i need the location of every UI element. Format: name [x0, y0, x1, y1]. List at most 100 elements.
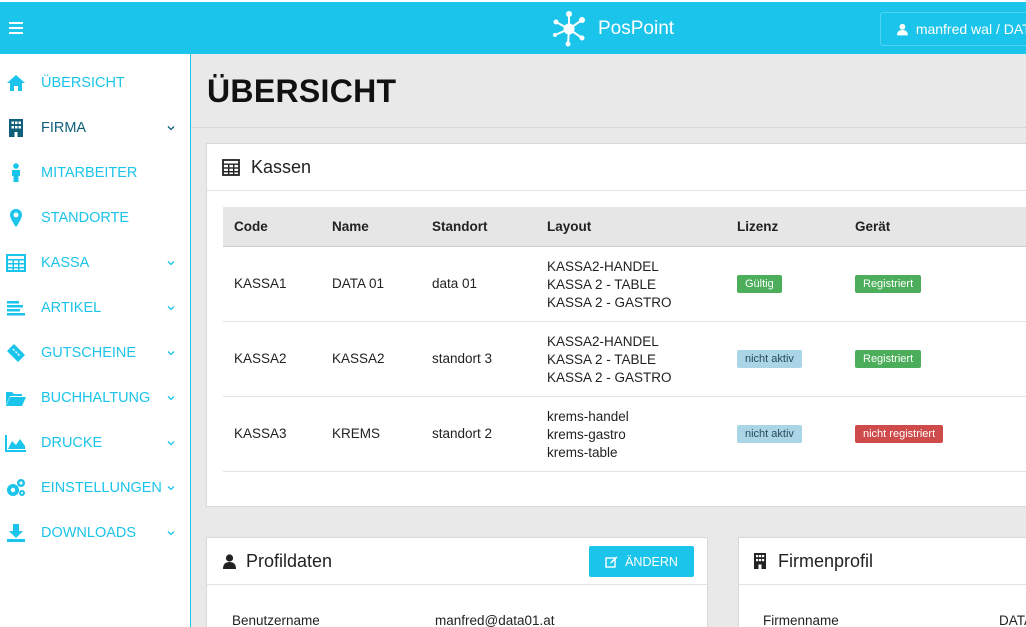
brand-name: PosPoint — [598, 18, 675, 39]
cell-code: KASSA2 — [234, 351, 287, 366]
chevron-down-icon — [167, 440, 175, 445]
sidebar-item-einstellungen[interactable]: EINSTELLUNGEN — [0, 465, 190, 510]
sidebar-item-uebersicht[interactable]: ÜBERSICHT — [0, 60, 190, 105]
sidebar-item-label: GUTSCHEINE — [41, 344, 137, 361]
sidebar-item-standorte[interactable]: STANDORTE — [0, 195, 190, 240]
device-status-badge: nicht registriert — [855, 425, 944, 443]
cell-layouts: KASSA2-HANDEL KASSA 2 - TABLE KASSA 2 - … — [547, 258, 672, 312]
page-header: ÜBERSICHT — [191, 54, 1026, 128]
table-row[interactable]: KASSA2 KASSA2 standort 3 KASSA2-HANDEL K… — [223, 322, 1026, 397]
device-status-badge: Registriert — [855, 350, 922, 368]
sidebar-item-downloads[interactable]: DOWNLOADS — [0, 510, 190, 555]
cell-layouts: KASSA2-HANDEL KASSA 2 - TABLE KASSA 2 - … — [547, 333, 672, 387]
column-header-geraet[interactable]: Gerät — [855, 219, 890, 234]
cell-name: KREMS — [332, 426, 381, 441]
firmenprofil-panel-header: Firmenprofil — [739, 538, 1026, 585]
profildaten-panel: Profildaten ÄNDERN Benutzername manfred@… — [206, 537, 708, 627]
field-label-benutzername: Benutzername — [232, 613, 320, 627]
building-icon — [5, 117, 27, 139]
sidebar-item-label: MITARBEITER — [41, 164, 138, 181]
firmenprofil-panel: Firmenprofil Firmenname DATA — [738, 537, 1026, 627]
table-row[interactable]: KASSA3 KREMS standort 2 krems-handel kre… — [223, 397, 1026, 472]
chevron-down-icon — [167, 305, 175, 310]
sidebar-item-label: ARTIKEL — [41, 299, 102, 316]
chevron-down-icon — [167, 530, 175, 535]
chevron-down-icon — [167, 395, 175, 400]
sidebar-item-gutscheine[interactable]: GUTSCHEINE — [0, 330, 190, 375]
chevron-down-icon — [167, 125, 175, 130]
cell-standort: data 01 — [432, 276, 478, 291]
download-icon — [5, 522, 27, 544]
kassen-panel-title: Kassen — [251, 156, 312, 177]
sidebar-item-label: EINSTELLUNGEN — [41, 479, 162, 496]
sidebar-item-drucke[interactable]: DRUCKE — [0, 420, 190, 465]
license-status-badge: Gültig — [737, 275, 782, 293]
field-value-firmenname: DATA — [999, 613, 1026, 627]
device-status-badge: Registriert — [855, 275, 922, 293]
firmenprofil-panel-title: Firmenprofil — [778, 550, 874, 571]
cell-standort: standort 2 — [432, 426, 493, 441]
layout-item: KASSA 2 - GASTRO — [547, 295, 672, 310]
brand[interactable]: PosPoint — [550, 10, 674, 48]
sidebar-item-label: FIRMA — [41, 119, 87, 136]
sidebar-item-label: DRUCKE — [41, 434, 103, 451]
sidebar: ÜBERSICHT FIRMA MITARBEITER STANDORTE KA… — [0, 54, 191, 627]
user-menu-button[interactable]: manfred wal / DATA — [880, 12, 1026, 46]
menu-icon[interactable] — [9, 22, 23, 34]
table-row[interactable]: KASSA1 DATA 01 data 01 KASSA2-HANDEL KAS… — [223, 247, 1026, 322]
user-label: manfred wal / DATA — [915, 21, 1026, 37]
cogs-icon — [5, 477, 27, 499]
license-status-badge: nicht aktiv — [737, 350, 802, 368]
edit-icon — [605, 556, 618, 568]
person-icon — [5, 162, 27, 184]
layout-item: KASSA2-HANDEL — [547, 334, 659, 349]
column-header-code[interactable]: Code — [234, 219, 268, 234]
kassen-panel-header: Kassen — [207, 144, 1026, 191]
sidebar-item-firma[interactable]: FIRMA — [0, 105, 190, 150]
sidebar-item-label: STANDORTE — [41, 209, 130, 226]
layout-item: KASSA 2 - TABLE — [547, 352, 657, 367]
pospoint-logo-icon — [553, 11, 585, 47]
sidebar-item-artikel[interactable]: ARTIKEL — [0, 285, 190, 330]
home-icon — [5, 72, 27, 94]
sidebar-item-label: ÜBERSICHT — [41, 74, 125, 91]
user-icon — [897, 23, 908, 35]
column-header-layout[interactable]: Layout — [547, 219, 591, 234]
sidebar-item-label: BUCHHALTUNG — [41, 389, 151, 406]
building-icon — [754, 553, 766, 569]
layout-item: krems-table — [547, 445, 618, 460]
chevron-down-icon — [167, 485, 175, 490]
ticket-icon — [5, 342, 27, 364]
column-header-name[interactable]: Name — [332, 219, 369, 234]
cell-code: KASSA3 — [234, 426, 287, 441]
layout-item: krems-handel — [547, 409, 629, 424]
layout-item: KASSA 2 - GASTRO — [547, 370, 672, 385]
column-header-lizenz[interactable]: Lizenz — [737, 219, 778, 234]
license-status-badge: nicht aktiv — [737, 425, 802, 443]
layout-item: krems-gastro — [547, 427, 626, 442]
cell-layouts: krems-handel krems-gastro krems-table — [547, 408, 629, 462]
field-value-benutzername: manfred@data01.at — [435, 613, 555, 627]
calculator-icon — [222, 158, 240, 176]
sidebar-item-kassa[interactable]: KASSA — [0, 240, 190, 285]
cell-standort: standort 3 — [432, 351, 493, 366]
layout-item: KASSA 2 - TABLE — [547, 277, 657, 292]
page-title: ÜBERSICHT — [207, 73, 397, 109]
cell-name: KASSA2 — [332, 351, 385, 366]
sidebar-item-buchhaltung[interactable]: BUCHHALTUNG — [0, 375, 190, 420]
cell-code: KASSA1 — [234, 276, 287, 291]
sidebar-item-mitarbeiter[interactable]: MITARBEITER — [0, 150, 190, 195]
sidebar-item-label: DOWNLOADS — [41, 524, 137, 541]
profildaten-panel-title: Profildaten — [246, 550, 333, 571]
column-header-standort[interactable]: Standort — [432, 219, 488, 234]
top-bar: PosPoint manfred wal / DATA — [0, 0, 1026, 54]
layout-item: KASSA2-HANDEL — [547, 259, 659, 274]
edit-profile-button[interactable]: ÄNDERN — [589, 546, 694, 577]
calculator-icon — [5, 252, 27, 274]
list-icon — [5, 297, 27, 319]
edit-profile-label: ÄNDERN — [625, 554, 678, 569]
cell-name: DATA 01 — [332, 276, 385, 291]
user-icon — [223, 553, 236, 569]
field-label-firmenname: Firmenname — [763, 613, 839, 627]
sidebar-item-label: KASSA — [41, 254, 90, 271]
